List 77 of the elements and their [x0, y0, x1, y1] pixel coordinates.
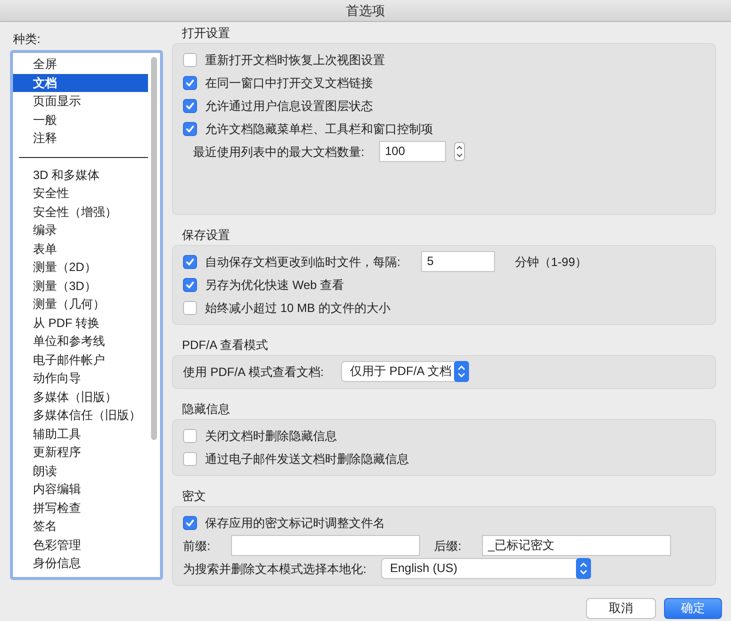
checkbox-label: 在同一窗口中打开交叉文档链接	[205, 74, 373, 92]
checkbox[interactable]	[183, 428, 197, 442]
checkbox-label: 另存为优化快速 Web 查看	[205, 276, 344, 294]
checkbox[interactable]	[183, 52, 197, 66]
category-item[interactable]: 安全性（增强）	[13, 202, 148, 221]
scrollbar-thumb[interactable]	[151, 57, 157, 440]
category-item[interactable]: 编录	[13, 221, 148, 240]
checkmark-icon	[185, 100, 195, 110]
checkbox-label: 保存应用的密文标记时调整文件名	[205, 514, 385, 532]
category-item[interactable]: 一般	[13, 110, 148, 129]
field-label: 使用 PDF/A 模式查看文档:	[183, 364, 325, 380]
category-item[interactable]: 注释	[13, 129, 148, 148]
category-item[interactable]: 多媒体（旧版）	[13, 388, 148, 406]
field-label: 前缀:	[183, 538, 212, 554]
checkbox[interactable]	[183, 516, 197, 530]
dropdown[interactable]: 仅用于 PDF/A 文档	[341, 361, 469, 382]
category-item[interactable]: 全屏	[13, 55, 148, 74]
category-item[interactable]: 电子邮件帐户	[13, 350, 148, 369]
category-item[interactable]: 色彩管理	[13, 536, 148, 554]
checkmark-icon	[185, 256, 195, 266]
checkmark-icon	[185, 280, 195, 290]
updown-arrows-icon	[576, 558, 591, 579]
category-item[interactable]: 辅助工具	[13, 424, 148, 443]
text-field[interactable]: _已标记密文	[482, 535, 671, 556]
category-item[interactable]: 表单	[13, 240, 148, 258]
category-item[interactable]: 页面显示	[13, 92, 148, 110]
category-item[interactable]: 安全性	[13, 184, 148, 202]
category-item[interactable]: 文档	[13, 74, 148, 92]
section-heading: 密文	[182, 489, 206, 503]
section-heading: 隐藏信息	[182, 402, 230, 416]
checkbox-label: 自动保存文档更改到临时文件，每隔:	[205, 254, 402, 270]
cancel-button[interactable]: 取消	[586, 598, 656, 619]
category-item[interactable]: 单位和参考线	[13, 332, 148, 350]
checkbox[interactable]	[183, 122, 197, 136]
checkbox-label: 重新打开文档时恢复上次视图设置	[205, 52, 385, 68]
category-item[interactable]: 测量（3D）	[13, 276, 148, 295]
unit-label: 分钟（1-99）	[515, 254, 588, 270]
category-item[interactable]: 测量（2D）	[13, 258, 148, 276]
category-item[interactable]: 测量（几何）	[13, 295, 148, 314]
updown-arrows-icon	[454, 361, 469, 382]
section-heading: 保存设置	[182, 228, 230, 242]
text-field[interactable]	[231, 535, 420, 556]
category-item[interactable]: 动作向导	[13, 369, 148, 388]
checkbox-label: 允许文档隐藏菜单栏、工具栏和窗口控制项	[205, 120, 433, 138]
category-item[interactable]: 拼写检查	[13, 498, 148, 517]
checkmark-icon	[185, 78, 195, 88]
category-label: 种类:	[13, 32, 40, 46]
checkmark-icon	[185, 124, 195, 134]
checkbox[interactable]	[183, 278, 197, 292]
category-item[interactable]: 朗读	[13, 462, 148, 480]
checkbox-label: 允许通过用户信息设置图层状态	[205, 98, 373, 114]
checkbox[interactable]	[183, 76, 197, 90]
section-heading: 打开设置	[182, 26, 230, 40]
category-item[interactable]: 身份信息	[13, 554, 148, 572]
section-heading: PDF/A 查看模式	[182, 338, 268, 352]
stepper-icon[interactable]	[454, 142, 465, 161]
number-field[interactable]: 5	[421, 251, 495, 272]
checkmark-icon	[185, 518, 195, 528]
dropdown[interactable]: English (US)	[381, 558, 591, 579]
category-item[interactable]: 内容编辑	[13, 480, 148, 498]
checkbox[interactable]	[183, 452, 197, 466]
field-label: 为搜索并删除文本模式选择本地化:	[183, 560, 368, 578]
field-label: 后缀:	[434, 538, 462, 554]
category-item[interactable]: 更新程序	[13, 443, 148, 462]
checkbox-label: 关闭文档时删除隐藏信息	[205, 428, 337, 444]
number-field[interactable]: 100	[379, 141, 446, 162]
category-item[interactable]: 签名	[13, 517, 148, 536]
category-item[interactable]: 3D 和多媒体	[13, 166, 148, 184]
category-item[interactable]: 从 PDF 转换	[13, 314, 148, 332]
checkbox[interactable]	[183, 98, 197, 112]
checkbox[interactable]	[183, 300, 197, 314]
category-item[interactable]: 多媒体信任（旧版）	[13, 406, 148, 424]
window-title: 首选项	[346, 2, 385, 20]
checkbox-label: 通过电子邮件发送文档时删除隐藏信息	[205, 450, 409, 468]
checkbox-label: 始终减小超过 10 MB 的文件的大小	[205, 300, 390, 316]
checkbox[interactable]	[183, 254, 197, 268]
field-label: 最近使用列表中的最大文档数量:	[193, 144, 366, 160]
